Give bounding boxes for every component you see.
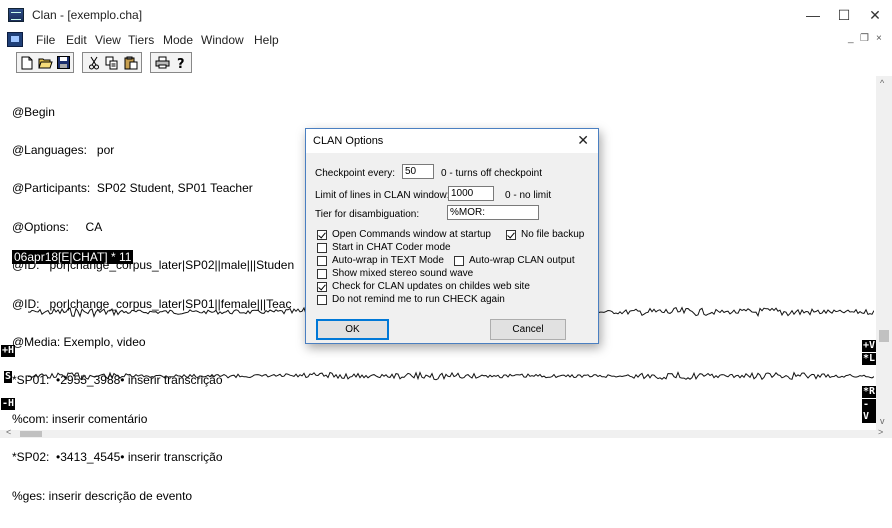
scroll-left-icon[interactable]: < bbox=[6, 427, 11, 437]
checkbox-icon[interactable] bbox=[317, 294, 327, 305]
transcript-line[interactable]: @Languages: por bbox=[12, 144, 294, 157]
auto-wrap-text-checkbox[interactable]: Auto-wrap in TEXT Mode bbox=[317, 255, 444, 266]
checkbox-checked-icon[interactable] bbox=[317, 229, 327, 240]
close-button[interactable]: ✕ bbox=[852, 0, 892, 30]
stereo-sound-wave-checkbox[interactable]: Show mixed stereo sound wave bbox=[317, 268, 473, 279]
tag-plus-v[interactable]: +V bbox=[862, 340, 877, 352]
tag-plus-h[interactable]: +H bbox=[1, 345, 16, 357]
no-remind-check-label: Do not remind me to run CHECK again bbox=[332, 294, 505, 305]
checkpoint-label: Checkpoint every: bbox=[315, 168, 396, 179]
transcript-line[interactable]: %ges: inserir descrição de evento bbox=[12, 489, 294, 503]
checkbox-icon[interactable] bbox=[317, 268, 327, 279]
vertical-scroll-thumb[interactable] bbox=[879, 330, 889, 342]
open-folder-icon[interactable] bbox=[36, 53, 54, 72]
tag-minus-v[interactable]: -V bbox=[862, 399, 876, 423]
scroll-up-icon[interactable]: ^ bbox=[880, 78, 884, 88]
status-line: 06apr18[E|CHAT] * 11 bbox=[12, 250, 134, 264]
document-icon[interactable] bbox=[7, 32, 23, 47]
vertical-scrollbar[interactable]: ^ v bbox=[876, 76, 892, 431]
ok-button[interactable]: OK bbox=[316, 319, 389, 340]
mdi-restore-button[interactable]: ❐ bbox=[860, 33, 869, 44]
tag-minus-h[interactable]: -H bbox=[1, 398, 16, 410]
open-commands-checkbox[interactable]: Open Commands window at startup bbox=[317, 229, 491, 240]
tier-disambiguation-label: Tier for disambiguation: bbox=[315, 209, 420, 220]
stereo-sound-wave-label: Show mixed stereo sound wave bbox=[332, 268, 474, 279]
tag-star-l[interactable]: *L bbox=[862, 353, 877, 365]
toolbar: ? bbox=[0, 50, 892, 76]
horizontal-scroll-thumb[interactable] bbox=[20, 431, 42, 437]
svg-text:?: ? bbox=[177, 57, 185, 70]
open-commands-label: Open Commands window at startup bbox=[332, 229, 491, 240]
scroll-right-icon[interactable]: > bbox=[878, 427, 883, 437]
mdi-minimize-button[interactable]: _ bbox=[848, 33, 854, 44]
checkbox-icon[interactable] bbox=[454, 255, 464, 266]
horizontal-scrollbar[interactable]: < > bbox=[0, 427, 892, 438]
mdi-close-button[interactable]: × bbox=[876, 33, 882, 44]
auto-wrap-text-label: Auto-wrap in TEXT Mode bbox=[332, 255, 444, 266]
clan-app-icon bbox=[8, 8, 24, 22]
chat-coder-mode-label: Start in CHAT Coder mode bbox=[332, 242, 451, 253]
checkbox-checked-icon[interactable] bbox=[506, 229, 516, 240]
transcript-line[interactable]: @Participants: SP02 Student, SP01 Teache… bbox=[12, 182, 294, 195]
limit-lines-hint: 0 - no limit bbox=[505, 190, 552, 201]
transcript-line[interactable]: @Options: CA bbox=[12, 220, 294, 234]
paste-icon[interactable] bbox=[122, 53, 140, 72]
no-file-backup-checkbox[interactable]: No file backup bbox=[506, 229, 584, 240]
limit-lines-label: Limit of lines in CLAN window: bbox=[315, 190, 450, 201]
toolbar-misc-group: ? bbox=[150, 52, 192, 73]
no-remind-check-checkbox[interactable]: Do not remind me to run CHECK again bbox=[317, 294, 505, 305]
tier-disambiguation-input[interactable]: %MOR: bbox=[447, 205, 539, 220]
menu-bar: File Edit View Tiers Mode Window Help _ … bbox=[0, 30, 892, 50]
tag-s[interactable]: S bbox=[4, 371, 13, 383]
checkpoint-hint: 0 - turns off checkpoint bbox=[441, 168, 542, 179]
menu-view[interactable]: View bbox=[95, 33, 121, 47]
checkpoint-input[interactable]: 50 bbox=[402, 164, 434, 179]
menu-tiers[interactable]: Tiers bbox=[128, 33, 154, 47]
transcript-line[interactable]: %com: inserir comentário bbox=[12, 412, 294, 426]
copy-icon[interactable] bbox=[103, 53, 121, 72]
transcript-line[interactable]: @Media: Exemplo, video bbox=[12, 336, 294, 349]
menu-help[interactable]: Help bbox=[254, 33, 279, 47]
help-icon[interactable]: ? bbox=[172, 53, 190, 72]
new-icon[interactable] bbox=[18, 53, 36, 72]
clan-options-dialog: CLAN Options ✕ Checkpoint every: 50 0 - … bbox=[305, 128, 599, 344]
menu-window[interactable]: Window bbox=[201, 33, 244, 47]
checkbox-icon[interactable] bbox=[317, 242, 327, 253]
transcript-line[interactable]: *SP02: •3413_4545• inserir transcrição bbox=[12, 451, 294, 464]
title-bar: Clan - [exemplo.cha] — ☐ ✕ bbox=[0, 0, 892, 30]
checkbox-checked-icon[interactable] bbox=[317, 281, 327, 292]
menu-edit[interactable]: Edit bbox=[66, 33, 87, 47]
auto-wrap-clan-output-checkbox[interactable]: Auto-wrap CLAN output bbox=[454, 255, 575, 266]
check-updates-checkbox[interactable]: Check for CLAN updates on childes web si… bbox=[317, 281, 530, 292]
toolbar-edit-group bbox=[82, 52, 142, 73]
save-icon[interactable] bbox=[54, 53, 72, 72]
menu-file[interactable]: File bbox=[36, 33, 55, 47]
cancel-button[interactable]: Cancel bbox=[490, 319, 566, 340]
no-file-backup-label: No file backup bbox=[521, 229, 585, 240]
menu-mode[interactable]: Mode bbox=[163, 33, 193, 47]
toolbar-file-group bbox=[16, 52, 74, 73]
dialog-title: CLAN Options bbox=[313, 135, 384, 147]
dialog-title-bar: CLAN Options ✕ bbox=[306, 129, 598, 153]
chat-coder-mode-checkbox[interactable]: Start in CHAT Coder mode bbox=[317, 242, 451, 253]
window-title: Clan - [exemplo.cha] bbox=[32, 8, 143, 22]
print-icon[interactable] bbox=[153, 53, 171, 72]
sound-wave-bottom[interactable] bbox=[28, 368, 874, 384]
scroll-down-icon[interactable]: v bbox=[880, 416, 885, 426]
dialog-close-icon[interactable]: ✕ bbox=[577, 132, 589, 149]
limit-lines-input[interactable]: 1000 bbox=[448, 186, 494, 201]
cut-icon[interactable] bbox=[85, 53, 103, 72]
transcript-line[interactable]: @Begin bbox=[12, 105, 294, 119]
check-updates-label: Check for CLAN updates on childes web si… bbox=[332, 281, 530, 292]
tag-star-r[interactable]: *R bbox=[862, 386, 877, 398]
auto-wrap-clan-output-label: Auto-wrap CLAN output bbox=[469, 255, 575, 266]
checkbox-icon[interactable] bbox=[317, 255, 327, 266]
